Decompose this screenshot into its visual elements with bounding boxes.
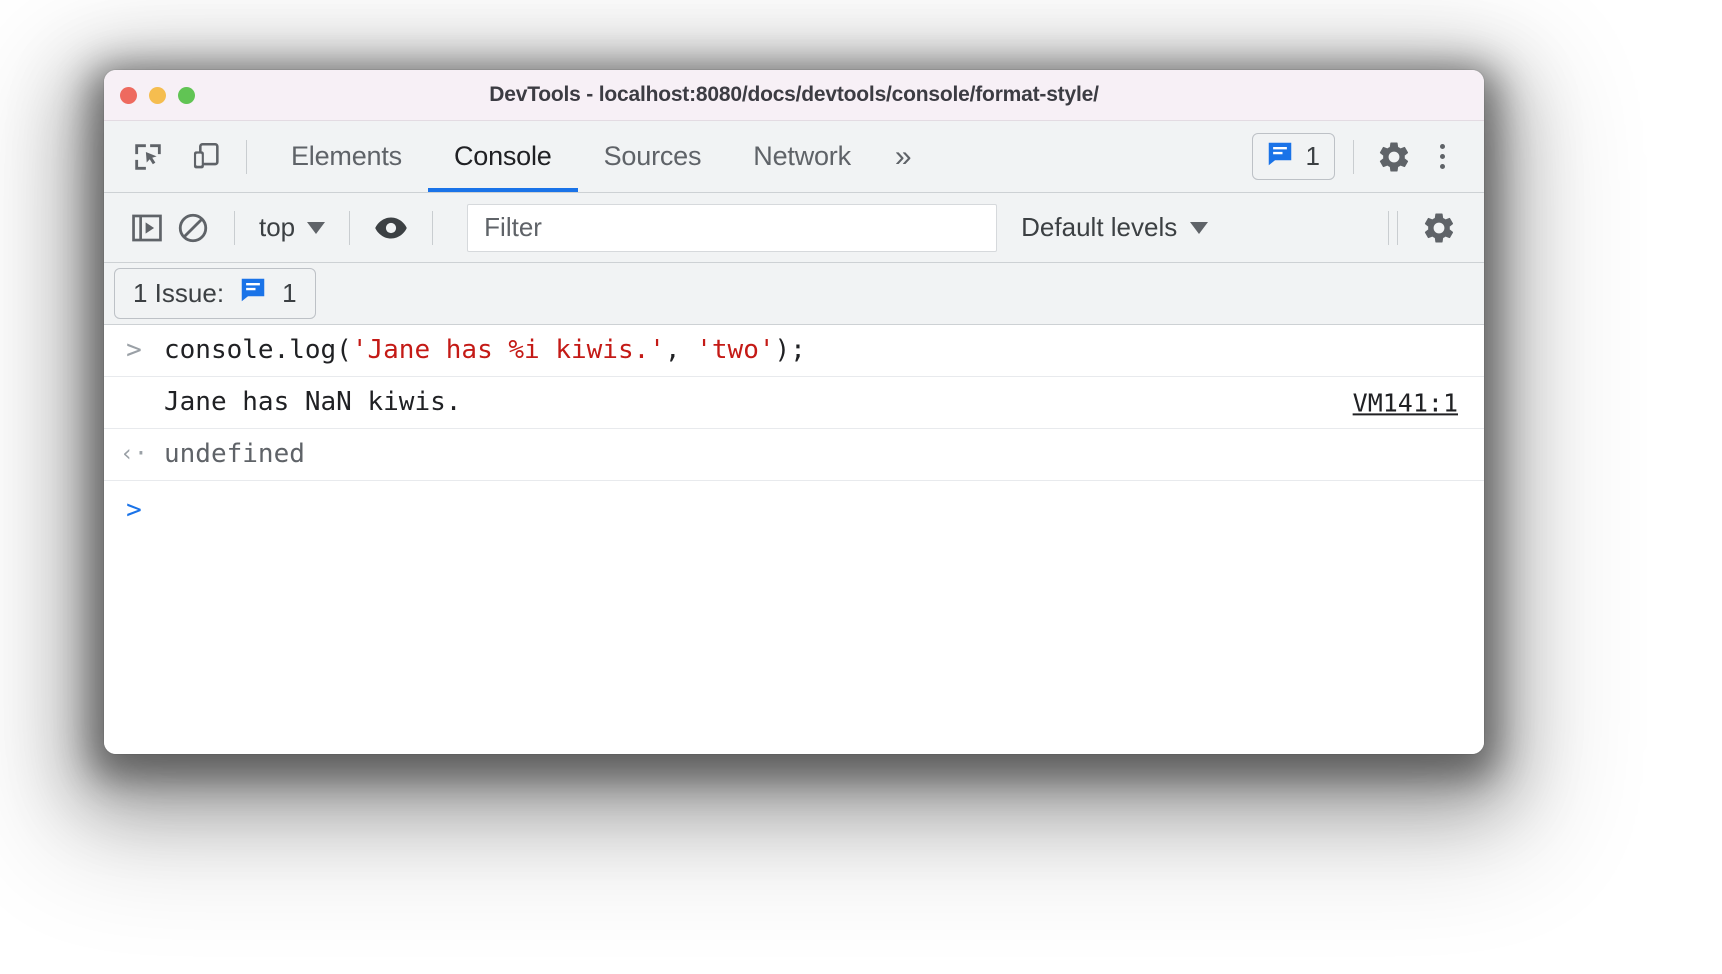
- window-traffic-lights: [120, 86, 195, 104]
- issues-count: 1: [1305, 141, 1320, 171]
- chevron-down-icon: [1190, 221, 1209, 234]
- console-toolbar: top Filter Default levels: [104, 193, 1484, 263]
- console-message-list[interactable]: > console.log('Jane has %i kiwis.', 'two…: [104, 325, 1484, 754]
- tab-elements[interactable]: Elements: [265, 121, 428, 192]
- tabbar-divider-2: [1353, 139, 1354, 174]
- issues-banner: 1 Issue: 1: [104, 263, 1484, 325]
- tab-sources[interactable]: Sources: [578, 121, 728, 192]
- kebab-dot-1: [1439, 144, 1445, 149]
- console-filter-placeholder: Filter: [484, 212, 542, 242]
- device-toolbar-icon[interactable]: [184, 135, 228, 179]
- console-result-text: undefined: [164, 439, 305, 470]
- execution-context-label: top: [259, 212, 296, 242]
- issues-speech-bubble-icon: [238, 275, 268, 312]
- code-segment-plain-3: );: [774, 335, 806, 366]
- tab-elements-label: Elements: [291, 141, 402, 171]
- execution-context-selector[interactable]: top: [253, 212, 331, 243]
- tabbar-right-controls: 1: [1251, 133, 1484, 180]
- prompt-caret-icon: >: [126, 494, 142, 525]
- console-filter-input[interactable]: Filter: [467, 203, 998, 252]
- inspect-element-icon[interactable]: [126, 135, 170, 179]
- console-output-text: Jane has NaN kiwis.: [164, 387, 462, 418]
- gear-icon[interactable]: [1372, 135, 1416, 179]
- issues-banner-button[interactable]: 1 Issue: 1: [114, 268, 316, 319]
- issues-banner-label: 1 Issue:: [133, 278, 225, 308]
- devtools-window: DevTools - localhost:8080/docs/devtools/…: [104, 70, 1484, 754]
- more-tabs-label: »: [894, 139, 912, 173]
- console-toolbar-divider-3: [432, 210, 434, 245]
- source-location-link[interactable]: VM141:1: [1353, 387, 1458, 418]
- console-toolbar-divider-4: [1388, 210, 1389, 245]
- close-window-button[interactable]: [120, 86, 137, 104]
- tab-network-label: Network: [753, 141, 851, 171]
- log-levels-selector[interactable]: Default levels: [1015, 212, 1214, 243]
- tabbar-divider-1: [246, 139, 247, 174]
- screenshot-root: DevTools - localhost:8080/docs/devtools/…: [0, 0, 1722, 974]
- issues-banner-count: 1: [282, 278, 297, 308]
- console-input-text: console.log('Jane has %i kiwis.', 'two')…: [164, 334, 806, 367]
- issues-counter-button[interactable]: 1: [1251, 133, 1335, 180]
- code-segment-string-2: 'two': [696, 335, 775, 366]
- devtools-tabbar: Elements Console Sources Network » 1: [104, 121, 1484, 193]
- console-toolbar-divider-1: [234, 210, 235, 245]
- window-title: DevTools - localhost:8080/docs/devtools/…: [489, 83, 1099, 106]
- code-segment-string-1: 'Jane has %i kiwis.': [351, 335, 665, 366]
- console-sidebar-icon[interactable]: [124, 205, 170, 251]
- console-toolbar-right: [1370, 205, 1484, 251]
- tab-network[interactable]: Network: [727, 121, 877, 192]
- kebab-menu-icon[interactable]: [1422, 135, 1462, 179]
- live-expression-eye-icon[interactable]: [368, 205, 414, 251]
- console-toolbar-divider-5: [1397, 210, 1398, 245]
- panel-tabs: Elements Console Sources Network »: [265, 121, 926, 192]
- window-titlebar: DevTools - localhost:8080/docs/devtools/…: [104, 70, 1484, 121]
- chevron-down-icon: [307, 221, 326, 234]
- kebab-dot-3: [1439, 164, 1445, 169]
- code-segment-plain-2: ,: [664, 335, 697, 366]
- code-segment-plain-1: console.log(: [164, 335, 352, 366]
- console-result-row: ‹· undefined: [104, 429, 1484, 481]
- kebab-dot-2: [1439, 154, 1445, 159]
- tab-console[interactable]: Console: [427, 121, 578, 192]
- maximize-window-button[interactable]: [178, 86, 195, 104]
- minimize-window-button[interactable]: [149, 86, 166, 104]
- console-input-row[interactable]: > console.log('Jane has %i kiwis.', 'two…: [104, 325, 1484, 377]
- console-prompt-row[interactable]: >: [104, 481, 1484, 539]
- prompt-arrow-icon: >: [126, 335, 142, 366]
- console-toolbar-divider-2: [349, 210, 351, 245]
- result-arrow-icon: ‹·: [120, 441, 148, 468]
- console-settings-gear-icon[interactable]: [1416, 205, 1462, 251]
- tab-sources-label: Sources: [603, 141, 702, 171]
- clear-console-icon[interactable]: [170, 205, 216, 251]
- more-tabs-chevron-icon[interactable]: »: [877, 140, 926, 174]
- log-levels-label: Default levels: [1021, 212, 1178, 242]
- console-output-row: Jane has NaN kiwis. VM141:1: [104, 377, 1484, 429]
- issues-speech-bubble-icon: [1265, 139, 1295, 174]
- tab-console-label: Console: [453, 141, 552, 171]
